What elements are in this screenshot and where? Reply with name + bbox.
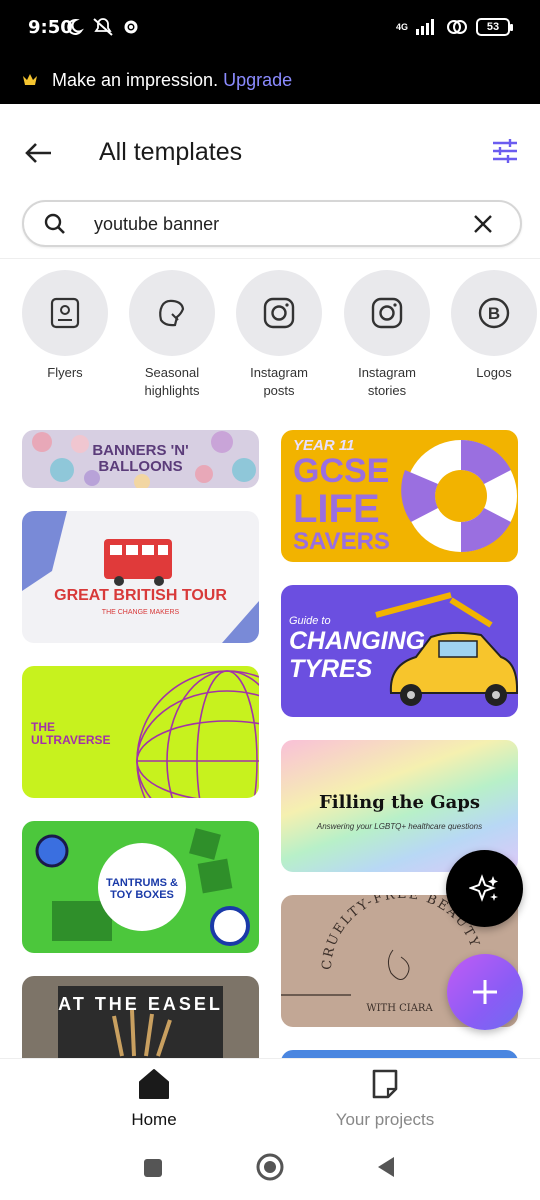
category-label: Instagram stories (358, 365, 416, 398)
tyres-title: Guide to CHANGING TYRES (289, 615, 425, 683)
tour-subtitle: THE CHANGE MAKERS (101, 609, 180, 616)
category-instagram-stories[interactable]: Instagram stories (337, 270, 437, 400)
create-button[interactable] (447, 954, 523, 1030)
nav-projects[interactable]: Your projects (305, 1067, 465, 1130)
nav-home[interactable]: Home (74, 1067, 234, 1130)
tantrums-title: TANTRUMS & TOY BOXES (92, 877, 192, 901)
gaps-subtitle: Answering your LGBTQ+ healthcare questio… (316, 822, 483, 831)
tyres-line3: TYRES (289, 655, 373, 683)
seasonal-icon (159, 299, 185, 327)
category-row: Flyers Seasonal highlights Instagram pos… (0, 270, 540, 410)
plus-icon (473, 980, 497, 1004)
divider (0, 258, 540, 259)
filter-button[interactable] (490, 136, 520, 166)
template-card-ultraverse[interactable]: THE ULTRAVERSE (22, 666, 259, 798)
banner-text: Make an impression. (52, 69, 219, 90)
category-label: Instagram posts (250, 365, 308, 398)
page-header: All templates (0, 104, 540, 200)
category-label: Flyers (47, 365, 83, 380)
tyres-line2: CHANGING (289, 627, 426, 655)
gaps-title: Filling the Gaps (319, 792, 480, 813)
flyer-icon (50, 297, 80, 329)
instagram-icon (371, 297, 403, 329)
category-circle (22, 270, 108, 356)
system-nav-bar (0, 1136, 540, 1200)
search-bar (22, 200, 522, 247)
arrow-left-icon (25, 143, 51, 163)
tour-art (22, 511, 259, 643)
search-input[interactable] (94, 211, 454, 237)
tyres-line1: Guide to (289, 615, 331, 627)
settings-gear-icon (124, 20, 138, 34)
logo-b-icon: B (478, 297, 510, 329)
gcse-line3: LIFE (293, 487, 380, 531)
sparkles-icon (468, 873, 498, 902)
balloons-title: BANNERS 'N' BALLOONS (22, 443, 259, 475)
home-system-button[interactable] (255, 1152, 285, 1182)
nav-projects-label: Your projects (335, 1110, 435, 1129)
back-system-button[interactable] (375, 1155, 397, 1179)
home-icon (139, 1069, 169, 1099)
template-card-tyres[interactable]: Guide to CHANGING TYRES (281, 585, 518, 717)
status-icons-right: 4G 53 (395, 18, 513, 36)
signal-icon (416, 19, 434, 35)
back-button[interactable] (22, 136, 56, 170)
tour-title: GREAT BRITISH TOUR (54, 587, 227, 604)
category-circle (236, 270, 322, 356)
battery-indicator: 53 (476, 18, 513, 36)
template-card-partial[interactable] (281, 1050, 518, 1058)
category-seasonal[interactable]: Seasonal highlights (122, 270, 222, 400)
hotspot-icon (447, 20, 467, 34)
sliders-icon (493, 139, 517, 163)
template-card-tantrums[interactable]: TANTRUMS & TOY BOXES (22, 821, 259, 953)
gcse-line2: GCSE (293, 452, 390, 490)
svg-text:B: B (488, 304, 500, 323)
category-circle (129, 270, 215, 356)
template-card-gcse[interactable]: YEAR 11 GCSE LIFE SAVERS (281, 430, 518, 562)
category-label: Seasonal highlights (144, 365, 200, 398)
easel-art (58, 986, 223, 1058)
category-circle: B (451, 270, 537, 356)
magic-button[interactable] (446, 850, 523, 927)
template-card-easel[interactable]: AT THE EASEL (22, 976, 259, 1058)
nav-home-label: Home (131, 1110, 177, 1129)
balloons-line2: BALLOONS (98, 458, 183, 475)
battery-level: 53 (486, 21, 500, 33)
upgrade-link[interactable]: Upgrade (223, 70, 292, 91)
upgrade-banner: Make an impression. Upgrade (0, 56, 540, 104)
search-icon (44, 213, 65, 234)
instagram-icon (263, 297, 295, 329)
close-icon[interactable] (472, 213, 494, 235)
gcse-title: YEAR 11 GCSE LIFE SAVERS (293, 438, 390, 555)
projects-icon (372, 1069, 398, 1099)
category-instagram-posts[interactable]: Instagram posts (229, 270, 329, 400)
category-label: Logos (476, 365, 512, 380)
crown-icon (23, 74, 37, 85)
page-title: All templates (99, 138, 243, 166)
ultraverse-title: THE ULTRAVERSE (31, 721, 111, 747)
mute-icon (93, 18, 113, 36)
template-card-balloons[interactable]: BANNERS 'N' BALLOONS (22, 430, 259, 488)
moon-icon (67, 18, 84, 35)
easel-title: AT THE EASEL (58, 994, 223, 1014)
gcse-line4: SAVERS (293, 528, 390, 555)
tantrums-line2: TOY BOXES (110, 889, 174, 901)
bottom-nav: Home Your projects (0, 1058, 540, 1136)
recents-button[interactable] (142, 1157, 164, 1179)
status-bar: 9:50 4G 53 (0, 0, 540, 56)
category-circle (344, 270, 430, 356)
ultraverse-line2: ULTRAVERSE (31, 733, 111, 747)
category-logos[interactable]: B Logos (444, 270, 540, 382)
network-label: 4G (395, 22, 408, 32)
balloons-line1: BANNERS 'N' (92, 442, 189, 459)
template-card-tour[interactable]: GREAT BRITISH TOUR THE CHANGE MAKERS (22, 511, 259, 643)
tantrums-line1: TANTRUMS & (106, 877, 178, 889)
status-icons-left (64, 17, 140, 37)
category-flyers[interactable]: Flyers (15, 270, 115, 382)
